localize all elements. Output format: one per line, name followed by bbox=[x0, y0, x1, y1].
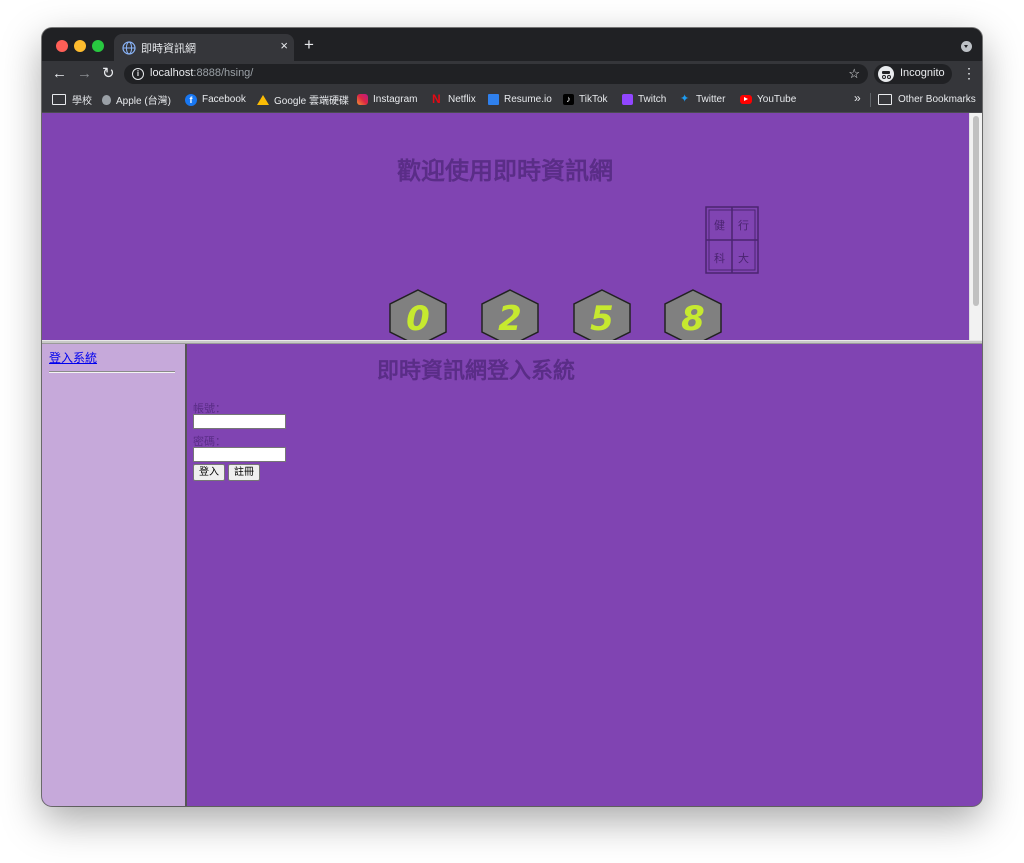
resume-icon bbox=[488, 94, 499, 105]
bookmark-twitter[interactable]: ✦ Twitter bbox=[680, 87, 725, 112]
twitch-icon bbox=[622, 94, 633, 105]
bookmark-instagram[interactable]: Instagram bbox=[357, 87, 417, 112]
zoom-window-button[interactable] bbox=[92, 40, 104, 52]
folder-icon bbox=[878, 94, 892, 105]
seal-char: 健 bbox=[714, 219, 725, 232]
bookmark-twitch[interactable]: Twitch bbox=[622, 87, 666, 112]
bookmark-label: Apple (台灣) bbox=[116, 96, 172, 107]
new-tab-button[interactable]: + bbox=[304, 36, 314, 53]
bookmark-label: Instagram bbox=[373, 94, 418, 105]
counter-digit: 8 bbox=[681, 299, 705, 339]
main-frame: 即時資訊網登入系統 帳號： 密碼： 登入 註冊 bbox=[187, 344, 982, 806]
bookmarks-divider bbox=[870, 93, 871, 107]
forward-button[interactable]: → bbox=[77, 65, 92, 82]
header-frame: 歡迎使用即時資訊網 健 行 科 大 0 2 5 8 bbox=[42, 113, 982, 340]
close-window-button[interactable] bbox=[56, 40, 68, 52]
more-bookmarks-button[interactable]: » bbox=[854, 91, 861, 105]
bookmark-facebook[interactable]: f Facebook bbox=[185, 87, 246, 112]
incognito-icon bbox=[878, 66, 894, 82]
minimize-window-button[interactable] bbox=[74, 40, 86, 52]
bookmark-google-drive[interactable]: Google 雲端硬碟 bbox=[257, 87, 349, 112]
header-scrollbar[interactable] bbox=[969, 113, 982, 340]
counter-digit: 0 bbox=[406, 299, 430, 339]
bookmark-label: Netflix bbox=[448, 94, 476, 105]
youtube-icon bbox=[740, 95, 752, 104]
url-text[interactable]: localhost:8888/hsing/ bbox=[150, 67, 253, 79]
apple-icon bbox=[102, 94, 111, 105]
globe-icon bbox=[122, 41, 136, 55]
password-input[interactable] bbox=[193, 447, 286, 462]
bookmark-school[interactable]: 學校 bbox=[52, 87, 92, 112]
reload-button[interactable]: ↻ bbox=[102, 65, 115, 82]
bookmark-label: Twitch bbox=[638, 94, 667, 105]
folder-icon bbox=[52, 94, 66, 105]
visitor-counter: 0 2 5 8 bbox=[389, 289, 722, 340]
tab-search-icon[interactable] bbox=[961, 41, 972, 52]
counter-digit: 5 bbox=[590, 299, 614, 339]
bookmark-star-icon[interactable]: ☆ bbox=[848, 66, 860, 82]
account-input[interactable] bbox=[193, 414, 286, 429]
login-button[interactable]: 登入 bbox=[193, 464, 225, 481]
counter-digit-cell: 2 bbox=[481, 289, 539, 340]
bookmark-apple[interactable]: Apple (台灣) bbox=[102, 87, 171, 112]
bookmarks-bar: 學校 Apple (台灣) f Facebook Google 雲端硬碟 Inst… bbox=[42, 87, 982, 113]
seal-char: 大 bbox=[738, 251, 749, 265]
counter-digit-cell: 5 bbox=[573, 289, 631, 340]
counter-digit-cell: 8 bbox=[664, 289, 722, 340]
sidebar-rule bbox=[49, 371, 175, 373]
register-button[interactable]: 註冊 bbox=[228, 464, 260, 481]
incognito-badge[interactable]: Incognito bbox=[874, 64, 952, 84]
bookmark-youtube[interactable]: YouTube bbox=[740, 87, 796, 112]
google-drive-icon bbox=[257, 94, 269, 105]
site-info-icon[interactable]: i bbox=[132, 68, 144, 80]
page-content: 歡迎使用即時資訊網 健 行 科 大 0 2 5 8 登入系統 即時資訊網登入系統… bbox=[42, 113, 982, 806]
other-bookmarks-label: Other Bookmarks bbox=[898, 94, 976, 105]
counter-digit: 2 bbox=[498, 299, 522, 339]
facebook-icon: f bbox=[185, 93, 197, 106]
bookmark-resume[interactable]: Resume.io bbox=[488, 87, 552, 112]
incognito-label: Incognito bbox=[900, 67, 945, 79]
browser-tab[interactable]: 即時資訊網 × bbox=[114, 34, 294, 61]
bookmark-label: 學校 bbox=[72, 96, 92, 107]
login-system-link[interactable]: 登入系統 bbox=[49, 349, 97, 366]
seal-char: 科 bbox=[714, 251, 725, 265]
url-host: localhost bbox=[150, 67, 194, 79]
bookmark-label: TikTok bbox=[579, 94, 608, 105]
browser-toolbar: ← → ↻ i localhost:8888/hsing/ ☆ Incognit… bbox=[42, 61, 982, 87]
bookmark-label: Resume.io bbox=[504, 94, 552, 105]
seal-char: 行 bbox=[738, 219, 749, 232]
netflix-icon: N bbox=[432, 92, 441, 106]
address-bar[interactable]: i localhost:8888/hsing/ ☆ bbox=[124, 64, 868, 84]
tiktok-icon: ♪ bbox=[563, 94, 574, 105]
url-path: :8888/hsing/ bbox=[193, 67, 254, 79]
back-button[interactable]: ← bbox=[52, 65, 67, 82]
browser-menu-icon[interactable]: ⋮ bbox=[962, 65, 976, 82]
welcome-title: 歡迎使用即時資訊網 bbox=[397, 156, 613, 185]
tab-title: 即時資訊網 bbox=[141, 43, 196, 55]
login-page-title: 即時資訊網登入系統 bbox=[377, 358, 576, 384]
sidebar-frame: 登入系統 bbox=[42, 344, 187, 806]
bookmark-label: Twitter bbox=[696, 94, 726, 105]
bookmark-tiktok[interactable]: ♪ TikTok bbox=[563, 87, 608, 112]
bookmark-label: YouTube bbox=[757, 94, 797, 105]
school-seal-logo: 健 行 科 大 bbox=[705, 206, 759, 274]
bookmark-label: Google 雲端硬碟 bbox=[274, 96, 350, 107]
twitter-icon: ✦ bbox=[680, 93, 690, 105]
scrollbar-thumb[interactable] bbox=[973, 116, 979, 306]
bookmark-label: Facebook bbox=[202, 94, 246, 105]
bookmark-netflix[interactable]: N Netflix bbox=[432, 87, 476, 112]
instagram-icon bbox=[357, 94, 368, 105]
counter-digit-cell: 0 bbox=[389, 289, 447, 340]
browser-window: 即時資訊網 × + ← → ↻ i localhost:8888/hsing/ … bbox=[42, 28, 982, 806]
other-bookmarks[interactable]: Other Bookmarks bbox=[878, 87, 976, 112]
tab-close-icon[interactable]: × bbox=[280, 38, 288, 53]
browser-titlebar: 即時資訊網 × + bbox=[42, 28, 982, 61]
